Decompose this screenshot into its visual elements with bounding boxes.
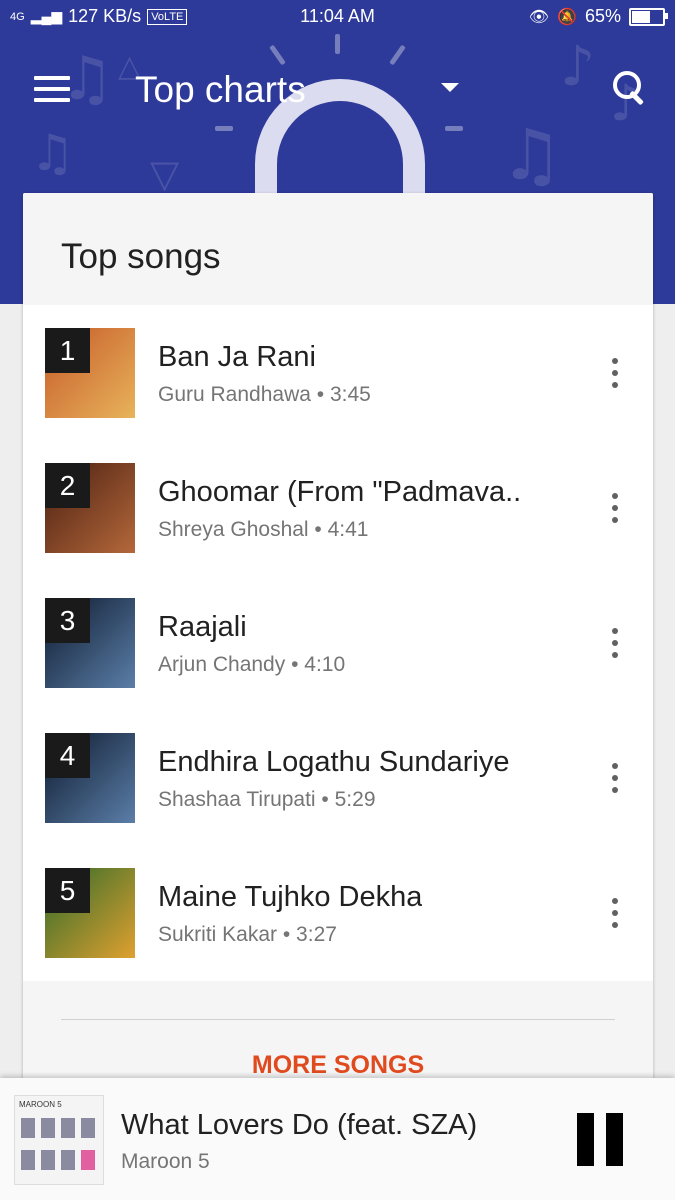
chart-selector[interactable]: Top charts [135,68,306,112]
album-face [41,1150,55,1170]
song-album-art: 4 [45,733,135,823]
status-right: 👁 🔕 65% [528,6,668,27]
more-options-icon[interactable] [603,625,627,661]
menu-icon[interactable] [34,74,70,104]
battery-icon [629,7,668,26]
ray-decoration [389,44,406,66]
card-title: Top songs [61,237,221,276]
more-options-icon[interactable] [603,490,627,526]
more-songs-button[interactable]: MORE SONGS [23,1051,653,1080]
ray-decoration [269,44,286,66]
album-band-label: MAROON 5 [19,1100,62,1109]
song-title: Maine Tujhko Dekha [158,881,423,913]
song-row[interactable]: 4 Endhira Logathu Sundariye Shashaa Tirupa… [23,710,653,845]
now-playing-album-art: MAROON 5 [14,1095,104,1185]
song-title: Ban Ja Rani [158,341,316,373]
eye-icon: 👁 [528,8,550,26]
ray-decoration [335,34,340,54]
status-bar: 4G ▂▄▆ 127 KB/s VoLTE 11:04 AM 👁 🔕 65% [0,0,675,34]
song-album-art: 5 [45,868,135,958]
song-album-art: 3 [45,598,135,688]
top-songs-card: Top songs 1 Ban Ja Rani Guru Randhawa • 3:… [23,193,653,1093]
song-album-art: 2 [45,463,135,553]
music-note-icon: ♫ [500,114,563,196]
ray-decoration [445,126,463,131]
now-playing-title: What Lovers Do (feat. SZA) [121,1109,478,1141]
battery-fill [632,10,651,23]
ray-decoration [215,126,233,131]
music-note-icon: ♫ [30,124,75,182]
song-rank: 2 [45,463,90,508]
album-face [61,1150,75,1170]
album-face [21,1118,35,1138]
triangle-icon: ▽ [150,152,180,196]
now-playing-artist: Maroon 5 [121,1150,210,1173]
song-subtitle: Sukriti Kakar • 3:27 [158,923,337,946]
album-face [21,1150,35,1170]
song-subtitle: Shashaa Tirupati • 5:29 [158,788,376,811]
song-title: Raajali [158,611,247,643]
pause-icon[interactable] [575,1113,625,1166]
more-options-icon[interactable] [603,760,627,796]
more-options-icon[interactable] [603,355,627,391]
dropdown-caret-icon[interactable] [441,83,459,92]
song-rank: 3 [45,598,90,643]
album-face [81,1150,95,1170]
more-options-icon[interactable] [603,895,627,931]
song-row[interactable]: 2 Ghoomar (From "Padmava.. Shreya Ghoshal … [23,440,653,575]
music-note-icon: ♪ [560,34,596,98]
song-rank: 4 [45,733,90,778]
song-title: Ghoomar (From "Padmava.. [158,476,522,508]
song-row[interactable]: 3 Raajali Arjun Chandy • 4:10 [23,575,653,710]
song-rank: 1 [45,328,90,373]
song-row[interactable]: 1 Ban Ja Rani Guru Randhawa • 3:45 [23,305,653,440]
divider [61,1019,615,1020]
bell-muted-icon: 🔕 [557,8,577,26]
song-subtitle: Arjun Chandy • 4:10 [158,653,346,676]
song-row[interactable]: 5 Maine Tujhko Dekha Sukriti Kakar • 3:27 [23,845,653,980]
album-face [81,1118,95,1138]
song-subtitle: Shreya Ghoshal • 4:41 [158,518,369,541]
card-header: Top songs [23,193,653,305]
battery-percent: 65% [584,6,621,26]
album-face [41,1118,55,1138]
page-title: Top charts [135,69,306,110]
song-album-art: 1 [45,328,135,418]
album-face [61,1118,75,1138]
song-subtitle: Guru Randhawa • 3:45 [158,383,371,406]
now-playing-bar[interactable]: MAROON 5 What Lovers Do (feat. SZA) Maro… [0,1078,675,1200]
song-rank: 5 [45,868,90,913]
card-footer: MORE SONGS [23,981,653,1093]
song-title: Endhira Logathu Sundariye [158,746,510,778]
search-icon[interactable] [610,68,650,108]
